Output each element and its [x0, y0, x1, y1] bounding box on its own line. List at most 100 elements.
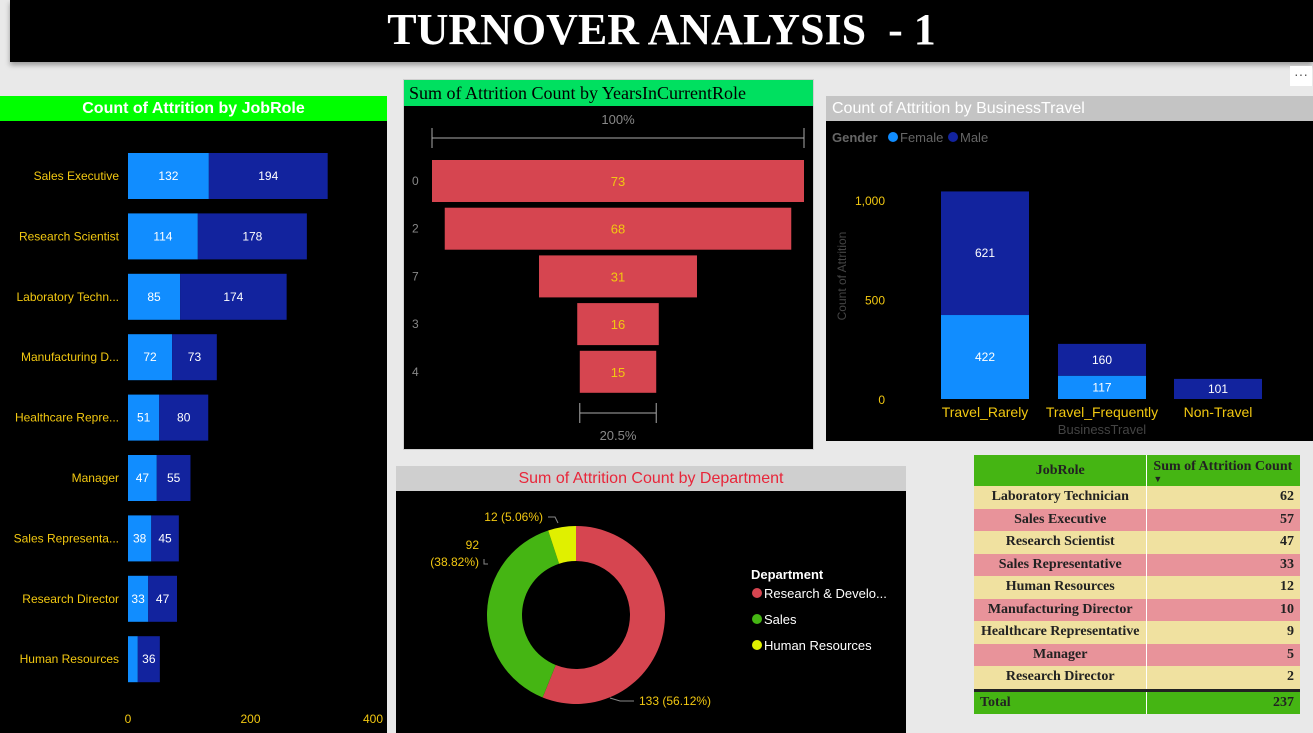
dept-legend-title: Department: [751, 567, 824, 582]
jobrole-category-label: Healthcare Repre...: [15, 411, 119, 425]
travel-legend-label[interactable]: Female: [900, 130, 943, 145]
table-row[interactable]: Laboratory Technician 62: [974, 486, 1300, 509]
funnel-bottom-label: 20.5%: [600, 428, 637, 443]
jobrole-chart-panel: Count of Attrition by JobRole Sales Exec…: [0, 96, 387, 733]
table-header-attrition-label: Sum of Attrition Count: [1153, 458, 1293, 474]
dept-legend-marker[interactable]: [752, 614, 762, 624]
travel-legend-title: Gender: [832, 130, 878, 145]
table-header-jobrole[interactable]: JobRole: [974, 455, 1148, 486]
dept-leader-line: [548, 516, 559, 524]
jobrole-category-label: Research Director: [22, 592, 119, 606]
jobrole-bar-label: 73: [188, 350, 202, 364]
table-cell-attrition: 10: [1280, 601, 1294, 617]
travel-legend-marker[interactable]: [888, 132, 898, 142]
table-cell-attrition: 47: [1280, 534, 1294, 550]
jobrole-chart-svg: Sales Executive 132 194 Research Scientist 1…: [14, 153, 383, 726]
funnel-category-label: 0: [412, 174, 419, 188]
jobrole-x-tick: 0: [125, 712, 132, 726]
jobrole-category-label: Manager: [72, 471, 119, 485]
funnel-category-label: 7: [412, 269, 419, 283]
dept-data-label: (38.82%): [430, 555, 479, 569]
table-cell-attrition: 12: [1280, 579, 1294, 595]
table-total-row: Total 237: [974, 690, 1300, 714]
dept-data-label: 133 (56.12%): [639, 694, 711, 708]
table-row[interactable]: Manager 5: [974, 643, 1300, 666]
more-options-icon[interactable]: ···: [1290, 66, 1312, 86]
table-cell-jobrole: Human Resources: [974, 576, 1148, 599]
dept-slice[interactable]: [487, 530, 560, 698]
travel-category-label: Non-Travel: [1184, 404, 1253, 420]
table-row[interactable]: Human Resources 12: [974, 576, 1300, 599]
table-row[interactable]: Research Scientist 47: [974, 531, 1300, 554]
table-cell-jobrole: Research Scientist: [974, 531, 1148, 554]
travel-bar-label: 160: [1092, 353, 1112, 367]
jobrole-category-label: Sales Representa...: [14, 531, 119, 545]
jobrole-x-tick: 400: [363, 712, 383, 726]
jobrole-category-label: Research Scientist: [19, 229, 120, 243]
table-row[interactable]: Healthcare Representative 9: [974, 621, 1300, 644]
jobrole-bar-label: 174: [223, 290, 243, 304]
dept-legend-label[interactable]: Human Resources: [764, 638, 872, 653]
travel-bar-label: 101: [1208, 382, 1228, 396]
table-row[interactable]: Research Director 2: [974, 666, 1300, 690]
funnel-top-label: 100%: [601, 112, 635, 127]
travel-legend-label[interactable]: Male: [960, 130, 988, 145]
table-cell-jobrole: Laboratory Technician: [974, 486, 1148, 509]
jobrole-bar-label: 47: [136, 471, 150, 485]
travel-legend-marker[interactable]: [948, 132, 958, 142]
jobrole-bar-label: 114: [153, 229, 172, 243]
sort-descending-icon: ▼: [1153, 473, 1163, 484]
jobrole-bar-label: 55: [167, 471, 181, 485]
dept-chart-panel: Sum of Attrition Count by Department 133…: [396, 466, 906, 733]
travel-chart-panel: Count of Attrition by BusinessTravel Gen…: [826, 96, 1313, 441]
dept-data-label: 92: [466, 538, 480, 552]
table-cell-jobrole: Manager: [974, 643, 1148, 666]
page-title: TURNOVER ANALYSIS - 1: [387, 5, 936, 54]
funnel-bar-label: 31: [611, 269, 625, 284]
jobrole-bar-label: 85: [147, 290, 161, 304]
table-total-label: Total: [974, 690, 1148, 714]
travel-bar-label: 422: [975, 350, 995, 364]
jobrole-bar-label: 72: [143, 350, 157, 364]
table-cell-jobrole: Manufacturing Director: [974, 598, 1148, 621]
jobrole-category-label: Human Resources: [20, 652, 119, 666]
dept-legend-label[interactable]: Sales: [764, 612, 797, 627]
jobrole-bar-label: 80: [177, 411, 191, 425]
funnel-bar-label: 68: [611, 222, 625, 237]
dept-legend-label[interactable]: Research & Develo...: [764, 586, 887, 601]
dept-chart-svg: 133 (56.12%) 92 (38.82%) 12 (5.06%) Departme…: [430, 510, 887, 708]
travel-chart-svg: Gender Female Male 0 500 1,000 Count of Attrit…: [832, 130, 1262, 437]
dept-data-label: 12 (5.06%): [484, 510, 543, 524]
table-cell-attrition: 5: [1287, 646, 1294, 662]
table-header-row: JobRole Sum of Attrition Count ▼: [974, 455, 1300, 486]
table-cell-attrition: 33: [1280, 556, 1294, 572]
funnel-category-label: 2: [412, 222, 419, 236]
travel-y-tick: 500: [865, 294, 885, 308]
travel-category-label: Travel_Rarely: [942, 404, 1029, 420]
funnel-bar-label: 16: [611, 317, 625, 332]
dept-legend-marker[interactable]: [752, 588, 762, 598]
jobrole-bar-label: 194: [258, 169, 278, 183]
funnel-category-label: 4: [412, 365, 419, 379]
table-cell-jobrole: Sales Representative: [974, 553, 1148, 576]
funnel-bar-label: 73: [611, 174, 625, 189]
jobrole-bar-label: 45: [158, 531, 172, 545]
table-cell-attrition: 62: [1280, 489, 1294, 505]
table-cell-attrition: 2: [1287, 669, 1294, 685]
jobrole-bar-label: 51: [137, 411, 151, 425]
dept-leader-line: [609, 697, 634, 702]
travel-bar-label: 621: [975, 246, 995, 260]
table-cell-jobrole: Sales Executive: [974, 508, 1148, 531]
years-funnel-panel: Sum of Attrition Count by YearsInCurrent…: [403, 79, 814, 450]
table-row[interactable]: Sales Representative 33: [974, 553, 1300, 576]
dept-legend-marker[interactable]: [752, 640, 762, 650]
jobrole-bar-female[interactable]: [128, 636, 138, 683]
table-header-attrition[interactable]: Sum of Attrition Count ▼: [1147, 455, 1300, 486]
table-cell-jobrole: Healthcare Representative: [974, 621, 1148, 644]
travel-bar-label: 117: [1092, 380, 1111, 394]
table-row[interactable]: Sales Executive 57: [974, 508, 1300, 531]
table-cell-attrition: 9: [1287, 624, 1294, 640]
jobrole-table: JobRole Sum of Attrition Count ▼ Laborato…: [974, 455, 1300, 714]
table-row[interactable]: Manufacturing Director 10: [974, 598, 1300, 621]
table-cell-attrition: 57: [1280, 511, 1294, 527]
